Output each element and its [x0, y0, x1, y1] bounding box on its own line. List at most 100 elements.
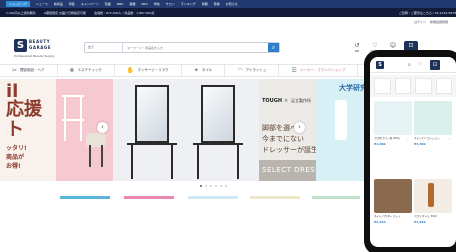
category-nav-item[interactable]: ☰ メーカー・ブランドショップ: [279, 65, 359, 76]
category-nav-label: アイラッシュ: [245, 68, 267, 72]
top-nav-item[interactable]: MBA: [117, 2, 124, 6]
chair-icon: ✂: [12, 67, 18, 74]
login-link[interactable]: ログイン: [414, 20, 426, 24]
top-nav-item[interactable]: キャンペーン: [81, 2, 99, 6]
chair-leg: [89, 145, 91, 167]
category-nav-item[interactable]: ✦ ネイル: [182, 65, 226, 76]
promo-strip-cream[interactable]: [250, 196, 300, 199]
category-nav-label: ネイル: [201, 68, 213, 72]
phone-category-row: [370, 75, 456, 97]
heart-icon: ♡: [372, 42, 378, 49]
top-nav-item[interactable]: 特典: [202, 2, 208, 6]
product-price: ¥1,650: [414, 220, 426, 224]
category-nav-label: マッサージ・リラク: [137, 68, 169, 72]
category-nav-label: エステティック: [77, 68, 102, 72]
category-nav-item[interactable]: ✋ マッサージ・リラク: [115, 65, 182, 76]
top-nav-item[interactable]: ニュース: [36, 2, 48, 6]
massage-icon: ✋: [126, 67, 135, 74]
category-nav-item[interactable]: ◠ アイラッシュ: [225, 65, 280, 76]
carousel-dot[interactable]: [205, 185, 207, 187]
phone-category-tile[interactable]: [435, 78, 452, 94]
carousel-dot[interactable]: [200, 185, 202, 187]
banner-mirror-panel[interactable]: [113, 79, 259, 181]
banner-left-text-2: 商品が: [6, 154, 25, 161]
banner-left-heading-2: 応援: [6, 99, 42, 120]
category-nav-label: 理容用品・ヘア: [20, 68, 45, 72]
carousel-next-button[interactable]: ›: [294, 122, 305, 133]
phone-category-tile[interactable]: [415, 78, 432, 94]
carousel-prev-button[interactable]: ‹: [97, 122, 108, 133]
history-button[interactable]: ↺ 履歴: [350, 41, 364, 55]
desk-2-top: [193, 143, 243, 145]
chair-leg: [101, 145, 103, 167]
promo-strip-blue[interactable]: [60, 196, 110, 199]
trolley-shelf: [62, 119, 84, 121]
top-nav-item[interactable]: ランキング: [181, 2, 196, 6]
category-nav-item[interactable]: ❀ エステティック: [58, 65, 115, 76]
product-name[interactable]: ネイル パウダー セット: [374, 215, 401, 218]
top-nav-item[interactable]: ショッピング: [6, 1, 31, 7]
product-name[interactable]: アロマ オイル 30ml: [414, 215, 437, 218]
dresser-line-3: ドレッサーが誕生: [262, 146, 318, 154]
oil-bottle: [428, 183, 434, 207]
top-nav-item[interactable]: 新商品: [54, 2, 63, 6]
phone-logo[interactable]: S: [376, 61, 384, 69]
product-price: ¥3,300: [414, 142, 426, 146]
search-bar: 全て ⌕: [84, 42, 280, 53]
carousel-dot[interactable]: [210, 185, 212, 187]
user-icon: ☺: [389, 42, 397, 49]
mirror-1: [135, 85, 169, 143]
dresser-line-2: 今までにない: [262, 135, 304, 143]
register-link[interactable]: 新規会員登録: [430, 20, 448, 24]
top-nav-item[interactable]: お知らせ: [226, 2, 238, 6]
logo-mark: S: [14, 39, 27, 52]
product-image[interactable]: [374, 101, 412, 135]
promo-strip-light[interactable]: [188, 196, 238, 199]
top-nav-item[interactable]: 知識: [105, 2, 111, 6]
banner-left-panel[interactable]: il 応援 ト ッタリ! 商品が お得!: [0, 79, 56, 181]
spa-icon: ❀: [69, 67, 75, 74]
top-nav-item[interactable]: サロン: [166, 2, 175, 6]
product-price: ¥1,980: [374, 142, 386, 146]
brand-icon: ☰: [291, 67, 297, 74]
top-nav-item[interactable]: PRO: [142, 2, 148, 6]
top-nav: ショッピング ニュース 新商品 特集 キャンペーン 知識 MBA 薬機 PRO 学校 サロン ランキン…: [0, 0, 456, 8]
category-nav-label: メーカー・ブランドショップ: [299, 68, 346, 72]
cart-icon[interactable]: ⊡: [430, 60, 440, 70]
search-input[interactable]: [123, 43, 268, 52]
heart-icon[interactable]: ♡: [448, 137, 451, 141]
carousel-dot[interactable]: [215, 185, 217, 187]
search-icon[interactable]: ⌕: [408, 62, 411, 68]
sub-nav: 1,000円以上送料無料 ※期間限定 お届け日時指定可能 会員数 : 672,0…: [0, 8, 456, 17]
top-nav-item[interactable]: 薬機: [129, 2, 135, 6]
heart-icon[interactable]: ♡: [418, 62, 422, 68]
search-icon: ⌕: [271, 44, 276, 51]
product-image[interactable]: [414, 101, 452, 135]
product-price: ¥2,420: [374, 220, 386, 224]
product-image[interactable]: [374, 179, 412, 213]
desk-1-leg: [131, 145, 133, 179]
delivery-notice: ※期間限定 お届け日時指定可能: [43, 10, 87, 15]
search-category-select[interactable]: 全て: [85, 43, 123, 52]
history-icon: ↺: [354, 42, 360, 49]
phone-category-tile[interactable]: [394, 78, 411, 94]
desk-1-top: [127, 143, 177, 145]
phone-category-tile[interactable]: [374, 78, 391, 94]
banner-left-text-1: ッタリ!: [6, 145, 27, 152]
carousel-dot[interactable]: [220, 185, 222, 187]
site-logo[interactable]: S BEAUTY GARAGE Professional Beauty Supp…: [14, 39, 74, 61]
promo-strip-green[interactable]: [312, 196, 360, 199]
product-name[interactable]: スキンケア ローション: [414, 137, 440, 140]
promo-strip-pink[interactable]: [124, 196, 174, 199]
contact-link[interactable]: ご質問・ご要望はこちら / 03-1234-5678: [399, 11, 456, 15]
search-button[interactable]: ⌕: [268, 43, 279, 52]
product-name[interactable]: プロ用 カラー剤 200g: [374, 137, 399, 140]
carousel-dot[interactable]: [225, 185, 227, 187]
heart-icon[interactable]: ♡: [406, 137, 409, 141]
category-nav-item[interactable]: ✂ 理容用品・ヘア: [0, 65, 58, 76]
desk-1-leg: [171, 145, 173, 179]
brand-adachi: 足立製作所: [291, 98, 311, 103]
top-nav-item[interactable]: 学校: [154, 2, 160, 6]
top-nav-item[interactable]: 特集: [69, 2, 75, 6]
top-nav-item[interactable]: 登録: [214, 2, 220, 6]
